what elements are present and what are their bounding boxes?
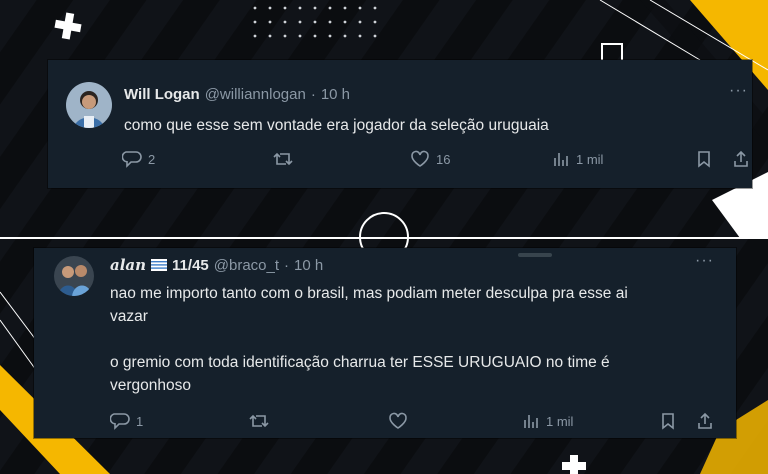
retweet-button[interactable] <box>248 412 270 430</box>
avatar[interactable] <box>66 82 112 128</box>
share-icon <box>698 412 712 429</box>
action-bar: 2 16 1 mil <box>122 148 752 172</box>
retweet-button[interactable] <box>272 150 294 168</box>
more-options-icon[interactable]: ··· <box>729 82 748 100</box>
views-count: 1 mil <box>576 151 604 167</box>
tweet-card[interactable]: Will Logan @williannlogan · 10 h ··· com… <box>48 60 752 188</box>
separator: · <box>310 86 316 103</box>
bookmark-icon <box>698 151 710 168</box>
views-count: 1 mil <box>546 413 574 429</box>
reply-count: 2 <box>148 151 156 167</box>
bookmark-button[interactable] <box>660 412 676 430</box>
drag-handle[interactable] <box>518 253 552 257</box>
share-icon <box>734 150 748 167</box>
avatar[interactable] <box>54 256 94 296</box>
more-options-icon[interactable]: ··· <box>695 252 714 270</box>
retweet-icon <box>273 152 293 166</box>
tweet-text: como que esse sem vontade era jogador da… <box>124 114 734 137</box>
tweet-text-line: vazar <box>110 308 148 325</box>
name-suffix[interactable]: 11/45 <box>172 257 209 274</box>
heart-icon <box>411 150 429 167</box>
display-name[interactable]: Will Logan <box>124 86 200 103</box>
tweet-text-blank-line <box>110 328 720 351</box>
retweet-icon <box>249 414 269 428</box>
like-button[interactable] <box>388 412 408 430</box>
timestamp[interactable]: 10 h <box>321 86 350 103</box>
analytics-icon <box>524 415 538 428</box>
tweet-text-line: o gremio com toda identificação charrua … <box>110 354 610 371</box>
tweet-text-line: como que esse sem vontade era jogador da… <box>124 117 549 134</box>
share-button[interactable] <box>732 150 750 168</box>
handle[interactable]: @williannlogan <box>205 86 306 103</box>
handle[interactable]: @braco_t <box>214 257 279 274</box>
views-button[interactable]: 1 mil <box>552 150 603 168</box>
uruguay-flag-icon <box>151 259 168 271</box>
reply-count: 1 <box>136 413 144 429</box>
reply-icon <box>122 151 142 168</box>
action-bar: 1 1 mil <box>110 410 730 434</box>
separator: · <box>284 256 290 274</box>
display-name[interactable]: alan <box>110 256 146 274</box>
heart-icon <box>389 412 407 429</box>
tweet-header: Will Logan @williannlogan · 10 h <box>124 86 350 103</box>
reply-icon <box>110 413 130 430</box>
tweet-card[interactable]: alan 11/45 @braco_t · 10 h ··· nao me im… <box>34 248 736 438</box>
reply-button[interactable]: 2 <box>122 150 155 168</box>
tweet-text-line: vergonhoso <box>110 377 192 394</box>
timestamp[interactable]: 10 h <box>294 257 323 274</box>
like-count: 16 <box>436 151 451 167</box>
tweet-text-line: nao me importo tanto com o brasil, mas p… <box>110 285 628 302</box>
analytics-icon <box>554 153 568 166</box>
tweet-header: alan 11/45 @braco_t · 10 h <box>110 256 323 274</box>
views-button[interactable]: 1 mil <box>522 412 573 430</box>
like-button[interactable]: 16 <box>410 150 450 168</box>
reply-button[interactable]: 1 <box>110 412 143 430</box>
bookmark-button[interactable] <box>696 150 712 168</box>
share-button[interactable] <box>696 412 714 430</box>
tweet-text: nao me importo tanto com o brasil, mas p… <box>110 282 720 397</box>
bookmark-icon <box>662 413 674 430</box>
